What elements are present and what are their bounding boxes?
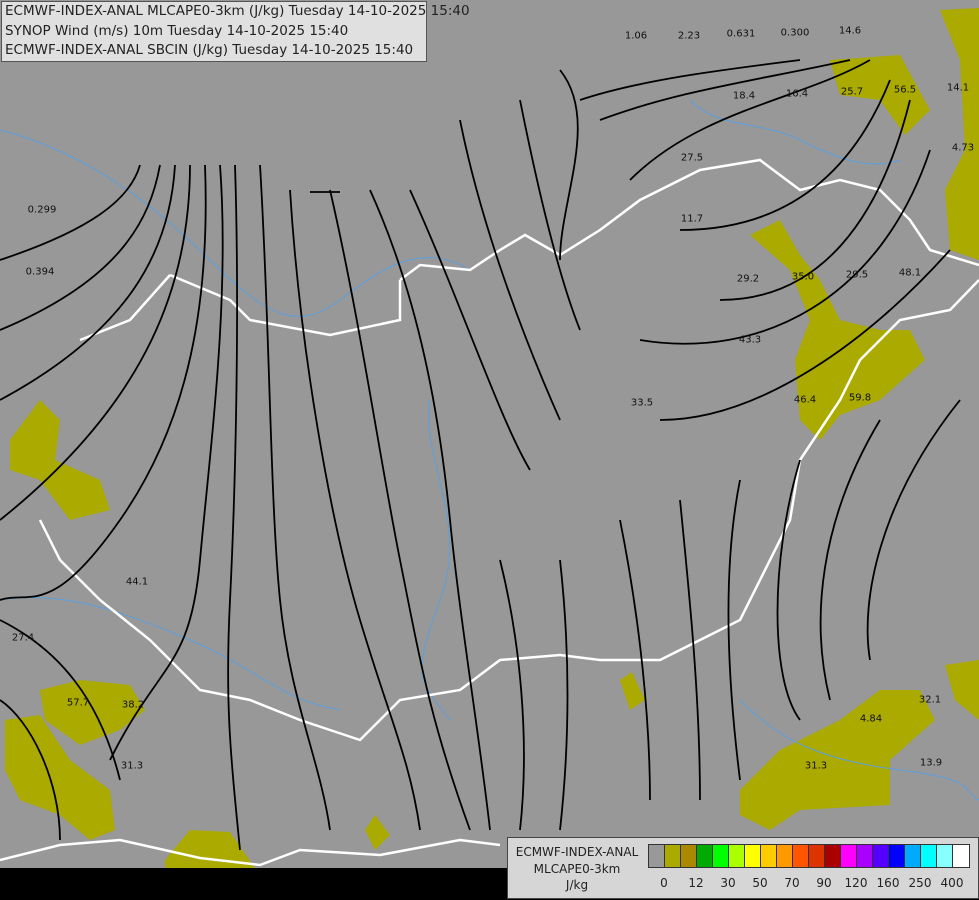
cape-area [740,690,935,830]
cin-value-label: 25.7 [840,86,864,98]
legend-swatch [681,845,697,867]
weather-map[interactable] [0,0,979,900]
cin-value-label: 27.5 [680,152,704,164]
cape-area [365,815,390,850]
cin-value-label: 1.06 [624,30,648,42]
legend-parameter: MLCAPE0-3km [533,861,621,876]
legend-tick-label: 0 [660,876,668,890]
legend-swatch [793,845,809,867]
map-header: ECMWF-INDEX-ANAL MLCAPE0-3km (J/kg) Tues… [1,1,470,62]
cape-area [40,680,145,745]
legend-swatch [809,845,825,867]
legend-ticks: 0 12 30 50 70 90 120 160 250 400 [648,876,968,896]
cape-area [620,672,645,710]
cin-value-label: 31.3 [804,760,828,772]
cin-value-label: 43.3 [738,334,762,346]
legend-swatch [697,845,713,867]
cin-value-label: 38.2 [121,699,145,711]
cin-value-label: 31.3 [120,760,144,772]
legend-swatch [649,845,665,867]
cin-value-label: 14.1 [946,82,970,94]
cin-value-label: 0.300 [780,27,810,39]
color-legend: ECMWF-INDEX-ANAL MLCAPE0-3km J/kg 0 12 30 5… [507,837,979,899]
legend-swatch [729,845,745,867]
cin-value-label: 18.4 [732,90,756,102]
legend-swatch [921,845,937,867]
cin-value-label: 29.5 [845,269,869,281]
legend-swatch [745,845,761,867]
legend-tick-label: 160 [876,876,900,890]
cin-value-label: 44.1 [125,576,149,588]
cape-area [945,660,979,720]
cin-value-label: 56.5 [893,84,917,96]
cin-value-label: 35.0 [791,271,815,283]
legend-swatch [889,845,905,867]
legend-tick-label: 400 [940,876,964,890]
cin-value-label: 4.73 [951,142,975,154]
legend-swatch [953,845,969,867]
header-line-wind: SYNOP Wind (m/s) 10m Tuesday 14-10-2025 … [5,22,349,39]
cin-value-label: 4.84 [859,713,883,725]
legend-tick-label: 50 [752,876,768,890]
legend-swatch [937,845,953,867]
cin-value-label: 33.5 [630,397,654,409]
cin-value-label: 2.23 [677,30,701,42]
cape-shaded-areas [5,8,979,868]
cin-value-label: 57.7 [66,697,90,709]
cin-value-label: 46.4 [793,394,817,406]
cin-value-label: 29.2 [736,273,760,285]
cin-value-label: 48.1 [898,267,922,279]
legend-tick-label: 90 [816,876,832,890]
legend-swatches [648,844,970,868]
legend-swatch [665,845,681,867]
legend-tick-label: 250 [908,876,932,890]
legend-swatch [873,845,889,867]
cape-area [10,400,110,520]
legend-swatch [841,845,857,867]
cape-area [940,8,979,260]
cin-value-label: 0.394 [25,266,55,278]
cin-value-label: 27.4 [11,632,35,644]
cin-value-label: 0.631 [726,28,756,40]
legend-swatch [857,845,873,867]
header-line-cin: ECMWF-INDEX-ANAL SBCIN (J/kg) Tuesday 14… [5,42,414,58]
cin-value-label: 14.6 [838,25,862,37]
cin-value-label: 0.299 [27,204,57,216]
legend-swatch [825,845,841,867]
legend-swatch [777,845,793,867]
legend-tick-label: 12 [688,876,704,890]
cin-value-label: 32.1 [918,694,942,706]
legend-tick-label: 30 [720,876,736,890]
wind-streamlines [0,59,961,851]
cin-value-label: 16.4 [785,88,809,100]
legend-title: ECMWF-INDEX-ANAL [515,845,639,859]
legend-swatch [905,845,921,867]
legend-swatch [761,845,777,867]
header-line-cape: ECMWF-INDEX-ANAL MLCAPE0-3km (J/kg) Tues… [5,3,470,19]
legend-swatch [713,845,729,867]
cape-area [750,220,925,440]
rivers [0,99,979,801]
legend-tick-label: 70 [784,876,800,890]
cin-value-label: 11.7 [680,213,704,225]
cin-value-label: 13.9 [919,757,943,769]
legend-tick-label: 120 [844,876,868,890]
cin-value-label: 59.8 [848,392,872,404]
legend-unit: J/kg [565,878,589,892]
